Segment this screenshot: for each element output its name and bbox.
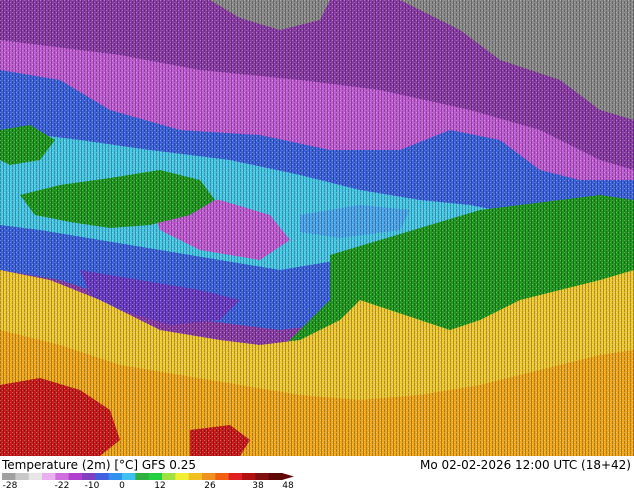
colorbar-segment bbox=[55, 473, 70, 480]
colorbar-segment bbox=[268, 473, 283, 480]
colorbar-segment bbox=[82, 473, 96, 480]
map-datetime: Mo 02-02-2026 12:00 UTC (18+42) bbox=[419, 458, 631, 472]
colorbar-segment bbox=[68, 473, 83, 480]
colorbar-segment bbox=[188, 473, 203, 480]
speckle-overlay bbox=[0, 0, 634, 456]
colorbar-segment bbox=[95, 473, 110, 480]
colorbar-segment bbox=[215, 473, 230, 480]
colorbar-segment bbox=[242, 473, 256, 480]
colorbar-segment bbox=[15, 473, 30, 480]
temperature-map bbox=[0, 0, 634, 456]
colorbar-segment bbox=[122, 473, 136, 480]
colorbar-segment bbox=[228, 473, 243, 480]
colorbar-arrow bbox=[282, 473, 294, 480]
legend-footer: Temperature (2m) [°C] GFS 0.25 Mo 02-02-… bbox=[0, 456, 634, 491]
colorbar-segment bbox=[175, 473, 190, 480]
colorbar-segment bbox=[148, 473, 163, 480]
colorbar-segment bbox=[162, 473, 176, 480]
colorbar-segment bbox=[2, 473, 16, 480]
colorbar-segment bbox=[108, 473, 123, 480]
colorbar-segment bbox=[202, 473, 216, 480]
map-title: Temperature (2m) [°C] GFS 0.25 bbox=[2, 458, 197, 472]
colorbar-segment bbox=[28, 473, 43, 480]
colorbar-segment bbox=[255, 473, 270, 480]
colorbar bbox=[2, 473, 294, 480]
colorbar-segment bbox=[42, 473, 56, 480]
colorbar-segment bbox=[135, 473, 150, 480]
